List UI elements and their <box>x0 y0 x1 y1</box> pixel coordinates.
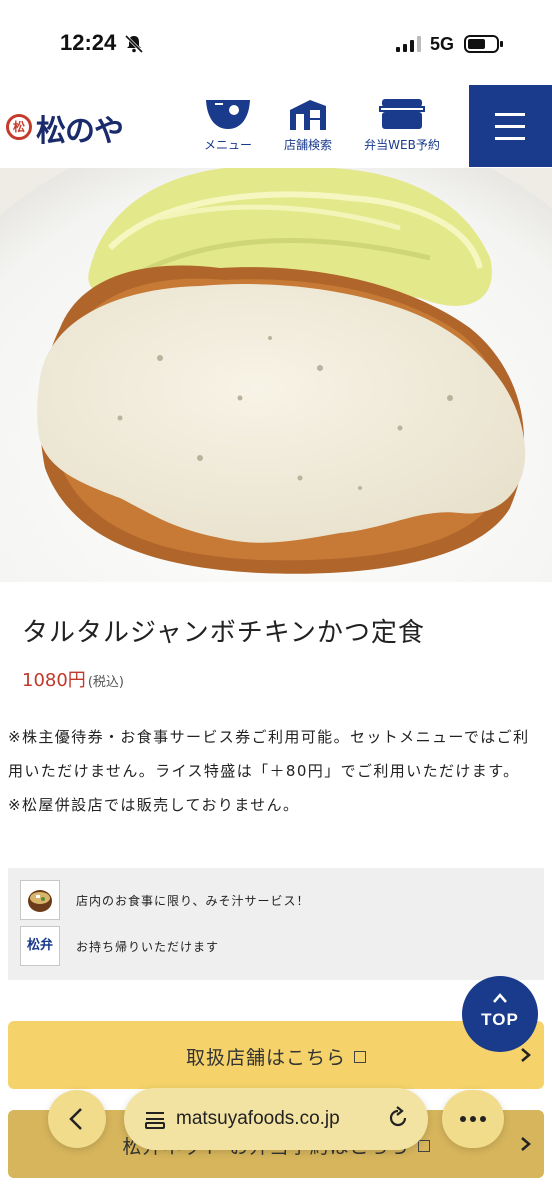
bowl-icon <box>206 100 250 129</box>
network-type: 5G <box>430 34 455 54</box>
store-list-label: 取扱店舗はこちら <box>8 1043 544 1070</box>
nav-bento-label: 弁当WEB予約 <box>364 138 440 152</box>
note-line: ※株主優待券・お食事サービス券ご利用可能。セットメニューではご利用いただけません… <box>8 728 530 780</box>
nav-store-label: 店舗検索 <box>283 138 332 152</box>
hamburger-menu-button[interactable] <box>469 85 552 167</box>
status-time: 12:24 <box>60 30 117 55</box>
external-link-icon <box>417 1140 430 1152</box>
chevron-right-icon <box>521 1137 531 1151</box>
browser-address-bar[interactable]: matsuyafoods.co.jp <box>124 1088 428 1150</box>
browser-url: matsuyafoods.co.jp <box>176 1108 340 1129</box>
nav-menu[interactable]: メニュー <box>196 96 260 156</box>
hamburger-icon <box>495 113 525 116</box>
page-menu-icon[interactable] <box>144 1108 166 1130</box>
note-line: ※松屋併設店では販売しておりません。 <box>8 796 300 814</box>
product-title: タルタルジャンボチキンかつ定食 <box>22 618 425 648</box>
store-list-button[interactable]: 取扱店舗はこちら <box>8 1021 544 1089</box>
scroll-to-top-button[interactable]: TOP <box>462 976 538 1052</box>
reload-icon[interactable] <box>386 1106 410 1130</box>
matsuben-icon: 松弁 <box>20 926 60 966</box>
battery-icon <box>464 35 503 53</box>
nav-menu-label: メニュー <box>203 138 252 152</box>
store-icon <box>290 100 326 130</box>
signal-icon <box>396 36 421 52</box>
price-value: 1080円 <box>22 670 86 691</box>
browser-back-button[interactable] <box>48 1090 106 1148</box>
browser-more-button[interactable] <box>442 1090 504 1148</box>
external-link-icon <box>354 1051 366 1063</box>
nav-store-search[interactable]: 店舗検索 <box>276 96 340 156</box>
chevron-right-icon <box>521 1048 531 1062</box>
bento-box-icon <box>379 99 425 129</box>
logo-seal: 松 <box>6 114 32 140</box>
logo-text: 松のや <box>36 114 124 149</box>
miso-soup-icon <box>20 880 60 920</box>
matsuben-icon-text: 松弁 <box>26 938 53 953</box>
nav-bento-reservation[interactable]: 弁当WEB予約 <box>356 96 448 156</box>
service-text: お持ち帰りいただけます <box>76 940 220 954</box>
chevron-up-icon <box>493 993 507 1003</box>
site-logo[interactable]: 松 松のや <box>6 106 130 149</box>
more-icon <box>460 1116 486 1122</box>
tax-note: (税込) <box>87 675 124 690</box>
product-price: 1080円 (税込) <box>22 666 124 692</box>
service-text: 店内のお食事に限り、みそ汁サービス！ <box>76 894 310 908</box>
bell-slash-icon <box>124 34 144 54</box>
site-header: 松 松のや メニュー 店舗検索 弁当WEB予約 <box>0 84 552 168</box>
top-label: TOP <box>481 1010 519 1029</box>
product-notes: ※株主優待券・お食事サービス券ご利用可能。セットメニューではご利用いただけません… <box>8 720 538 822</box>
service-info-box: 店内のお食事に限り、みそ汁サービス！ 松弁 お持ち帰りいただけます <box>8 868 544 980</box>
chevron-left-icon <box>69 1108 82 1130</box>
status-bar: 12:24 5G <box>0 0 552 84</box>
product-image <box>0 168 552 582</box>
